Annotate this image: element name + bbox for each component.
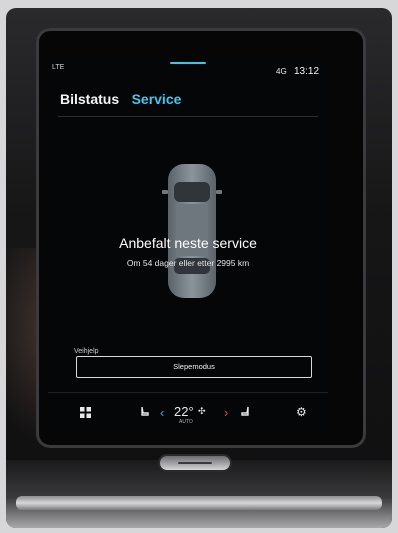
chrome-trim [16,496,382,510]
seat-heat-right-icon[interactable] [240,406,250,421]
tab-service[interactable]: Service [132,91,182,107]
temp-down-icon[interactable]: ‹ [160,405,164,420]
gear-icon[interactable]: ⚙ [296,405,307,419]
network-indicator: LTE [52,64,65,71]
signal-indicator: 4G [276,67,287,76]
top-drawer-handle[interactable] [170,62,206,64]
climate-mode-label: AUTO [179,419,193,425]
seat-heat-left-icon[interactable] [140,406,150,421]
physical-home-button[interactable] [160,456,230,470]
clock: 13:12 [294,66,320,77]
fan-icon[interactable]: ✣ [198,406,206,417]
tab-bilstatus[interactable]: Bilstatus [60,91,119,107]
tab-bar: Bilstatus Service [60,91,189,111]
dashboard-lower-panel [6,460,392,528]
climate-bar: ‹ 22° ✣ AUTO › ⚙ [48,392,328,432]
temperature-value[interactable]: 22° [174,404,194,419]
service-subtitle: Om 54 dager eller etter 2995 km [126,258,250,268]
home-button-groove [178,462,212,464]
car-top-view-icon [162,164,222,298]
status-bar: LTE 4G 13:12 [48,60,328,82]
tow-mode-button[interactable]: Slepemodus [76,356,312,378]
infotainment-screen: LTE 4G 13:12 Bilstatus Service Anbefalt … [48,60,328,432]
service-title: Anbefalt neste service [119,235,257,251]
tab-divider [58,116,318,117]
roadside-assistance-label: Veihjelp [74,348,99,355]
temp-up-icon[interactable]: › [224,405,228,420]
home-grid-icon[interactable] [80,407,91,421]
